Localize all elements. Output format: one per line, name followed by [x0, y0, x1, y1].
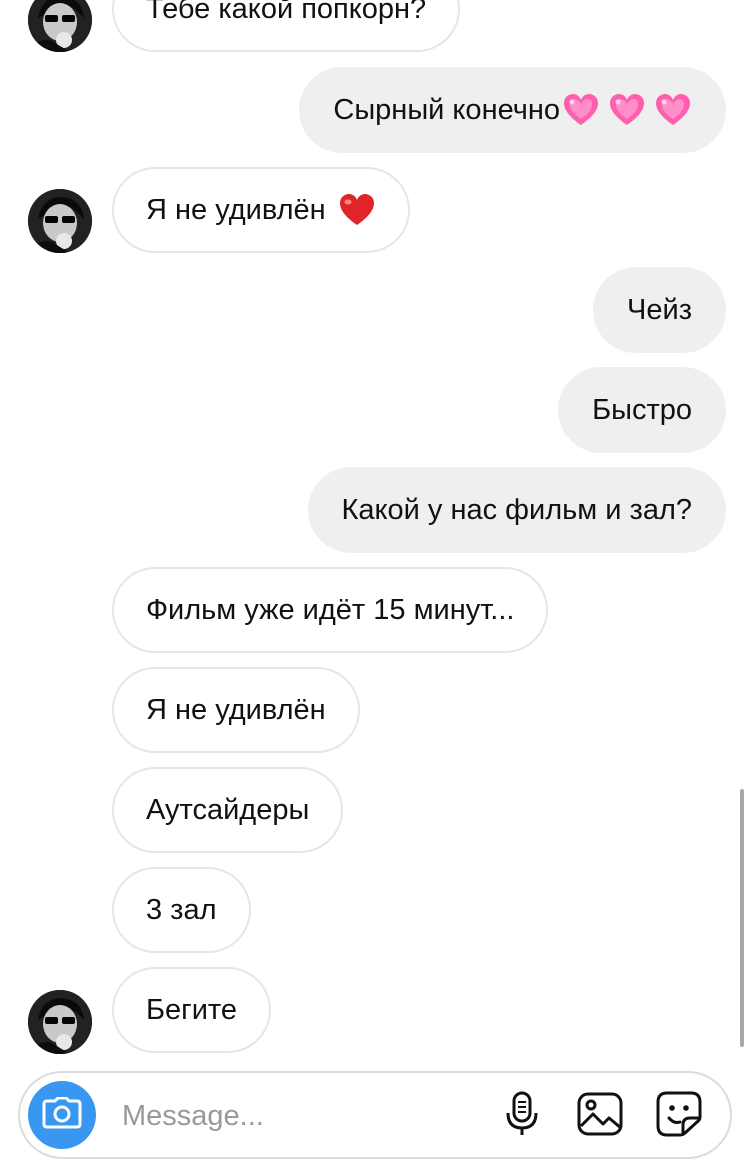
- sparkling-heart-emoji: [608, 92, 646, 128]
- incoming-message[interactable]: Я не удивлён: [112, 667, 360, 753]
- incoming-message[interactable]: Аутсайдеры: [112, 767, 344, 853]
- message-input[interactable]: [122, 1093, 482, 1139]
- outgoing-message[interactable]: Чейз: [593, 267, 726, 353]
- avatar-photo: [28, 0, 92, 52]
- voice-message-button[interactable]: [497, 1091, 547, 1141]
- sender-avatar[interactable]: [28, 0, 92, 52]
- sparkling-heart-emoji: [562, 92, 600, 128]
- message-text: Аутсайдеры: [146, 793, 310, 826]
- message-text: Сырный конечно: [333, 93, 560, 126]
- incoming-message[interactable]: 3 зал: [112, 867, 251, 953]
- sender-avatar[interactable]: [28, 189, 92, 253]
- message-composer: [18, 1071, 732, 1159]
- sender-avatar[interactable]: [28, 990, 92, 1054]
- message-text: Чейз: [627, 293, 692, 326]
- incoming-message[interactable]: Я не удивлён: [112, 167, 410, 253]
- avatar-photo: [28, 990, 92, 1054]
- avatar-photo: [28, 189, 92, 253]
- sticker-icon: [656, 1091, 702, 1142]
- message-text: Бегите: [146, 993, 238, 1026]
- microphone-icon: [505, 1091, 539, 1142]
- incoming-message[interactable]: Бегите: [112, 967, 272, 1053]
- incoming-message[interactable]: Фильм уже идёт 15 минут...: [112, 567, 549, 653]
- message-text: Быстро: [592, 393, 692, 426]
- message-text: Какой у нас фильм и зал?: [341, 493, 693, 526]
- message-text: Фильм уже идёт 15 минут...: [146, 593, 515, 626]
- sparkling-heart-emoji: [654, 92, 692, 128]
- camera-icon: [42, 1096, 82, 1134]
- gallery-button[interactable]: [575, 1091, 625, 1141]
- gallery-icon: [577, 1092, 623, 1141]
- outgoing-message[interactable]: Сырный конечно: [299, 67, 726, 153]
- message-text: 3 зал: [146, 893, 217, 926]
- message-text: Я не удивлён: [146, 693, 326, 726]
- red-heart-emoji: [338, 192, 376, 228]
- sticker-button[interactable]: [654, 1091, 704, 1141]
- outgoing-message[interactable]: Быстро: [558, 367, 726, 453]
- outgoing-message[interactable]: Какой у нас фильм и зал?: [307, 467, 726, 553]
- incoming-message[interactable]: Тебе какой попкорн?: [112, 0, 461, 52]
- camera-button[interactable]: [28, 1081, 96, 1149]
- message-text: Я не удивлён: [146, 193, 326, 226]
- scrollbar[interactable]: [740, 789, 744, 1047]
- message-text: Тебе какой попкорн?: [146, 0, 427, 25]
